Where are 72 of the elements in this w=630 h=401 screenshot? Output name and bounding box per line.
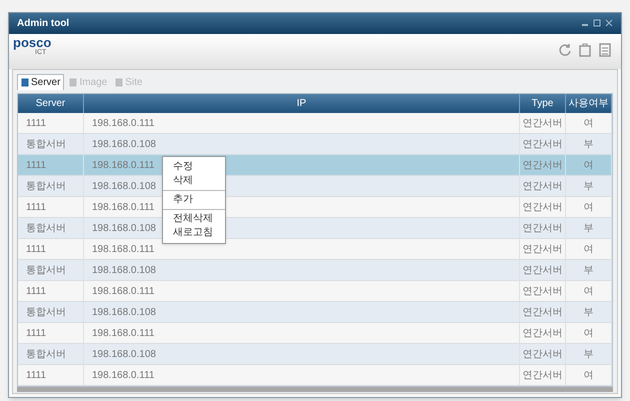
table-cell: 1111 <box>18 281 84 301</box>
table-row[interactable]: 1111 198.168.0.111 연간서버 여 <box>18 281 612 302</box>
table-cell: 연간서버 <box>520 323 566 343</box>
logo: posco <box>13 36 52 49</box>
menu-item[interactable]: 삭제 <box>163 174 225 188</box>
table-cell: 연간서버 <box>520 155 566 175</box>
table-cell: 여 <box>566 365 612 385</box>
table-cell: 연간서버 <box>520 281 566 301</box>
table-cell: 통합서버 <box>18 302 84 322</box>
table-cell: 1111 <box>18 155 84 175</box>
table-cell: 1111 <box>18 365 84 385</box>
table-cell: 1111 <box>18 239 84 259</box>
table-row[interactable]: 통합서버 198.168.0.108 연간서버 부 <box>18 302 612 323</box>
table-cell: 부 <box>566 302 612 322</box>
table-cell: 연간서버 <box>520 176 566 196</box>
table-row[interactable]: 1111 198.168.0.111 연간서버 여 <box>18 365 612 386</box>
table-cell: 부 <box>566 218 612 238</box>
table-cell: 198.168.0.111 <box>84 365 520 385</box>
table-row[interactable]: 1111 198.168.0.111 연간서버 여 <box>18 113 612 134</box>
horizontal-scrollbar[interactable] <box>17 387 613 392</box>
table-cell: 통합서버 <box>18 176 84 196</box>
table-row[interactable]: 1111 198.168.0.111 연간서버 여 <box>18 323 612 344</box>
table-cell: 1111 <box>18 113 84 133</box>
tab-icon <box>115 78 124 86</box>
table-cell: 198.168.0.108 <box>84 344 520 364</box>
table-cell: 부 <box>566 176 612 196</box>
table-cell: 여 <box>566 323 612 343</box>
maximize-icon[interactable] <box>593 19 601 28</box>
table-cell: 여 <box>566 197 612 217</box>
table-cell: 통합서버 <box>18 218 84 238</box>
table-row[interactable]: 통합서버 198.168.0.108 연간서버 부 <box>18 344 612 365</box>
table-cell: 연간서버 <box>520 113 566 133</box>
table-cell: 198.168.0.111 <box>84 281 520 301</box>
table-cell: 여 <box>566 281 612 301</box>
table-cell: 연간서버 <box>520 134 566 154</box>
table-cell: 통합서버 <box>18 344 84 364</box>
table-cell: 여 <box>566 113 612 133</box>
table-cell: 통합서버 <box>18 134 84 154</box>
table-cell: 여 <box>566 155 612 175</box>
table-cell: 연간서버 <box>520 260 566 280</box>
menu-item[interactable]: 추가 <box>163 193 225 207</box>
table-cell: 연간서버 <box>520 239 566 259</box>
table-row[interactable]: 통합서버 198.168.0.108 연간서버 부 <box>18 134 612 155</box>
table-cell: 1111 <box>18 323 84 343</box>
refresh-icon[interactable] <box>557 42 573 58</box>
tab-icon <box>21 78 29 87</box>
menu-item[interactable]: 새로고침 <box>163 226 225 240</box>
document-icon[interactable] <box>577 42 593 58</box>
menu-item[interactable]: 수정 <box>163 160 225 174</box>
tab[interactable]: Server <box>17 74 64 90</box>
table-cell: 부 <box>566 260 612 280</box>
list-icon[interactable] <box>597 42 613 58</box>
table-cell: 198.168.0.108 <box>84 134 520 154</box>
tab-icon <box>69 78 78 86</box>
table-row[interactable]: 통합서버 198.168.0.108 연간서버 부 <box>18 260 612 281</box>
window-title: Admin tool <box>17 16 70 31</box>
table-cell: 198.168.0.111 <box>84 113 520 133</box>
close-icon[interactable] <box>605 19 613 28</box>
table-cell: 198.168.0.108 <box>84 302 520 322</box>
table-cell: 연간서버 <box>520 302 566 322</box>
table-cell: 연간서버 <box>520 365 566 385</box>
table-cell: 198.168.0.111 <box>84 323 520 343</box>
table-row[interactable]: 1111 198.168.0.111 연간서버 여 <box>18 239 612 260</box>
table-cell: 1111 <box>18 197 84 217</box>
table-cell: 통합서버 <box>18 260 84 280</box>
table-cell: 연간서버 <box>520 197 566 217</box>
table-cell: 부 <box>566 344 612 364</box>
table-cell: 198.168.0.108 <box>84 260 520 280</box>
table-cell: 연간서버 <box>520 344 566 364</box>
table-cell: 여 <box>566 239 612 259</box>
table-cell: 연간서버 <box>520 218 566 238</box>
table-cell: 부 <box>566 134 612 154</box>
